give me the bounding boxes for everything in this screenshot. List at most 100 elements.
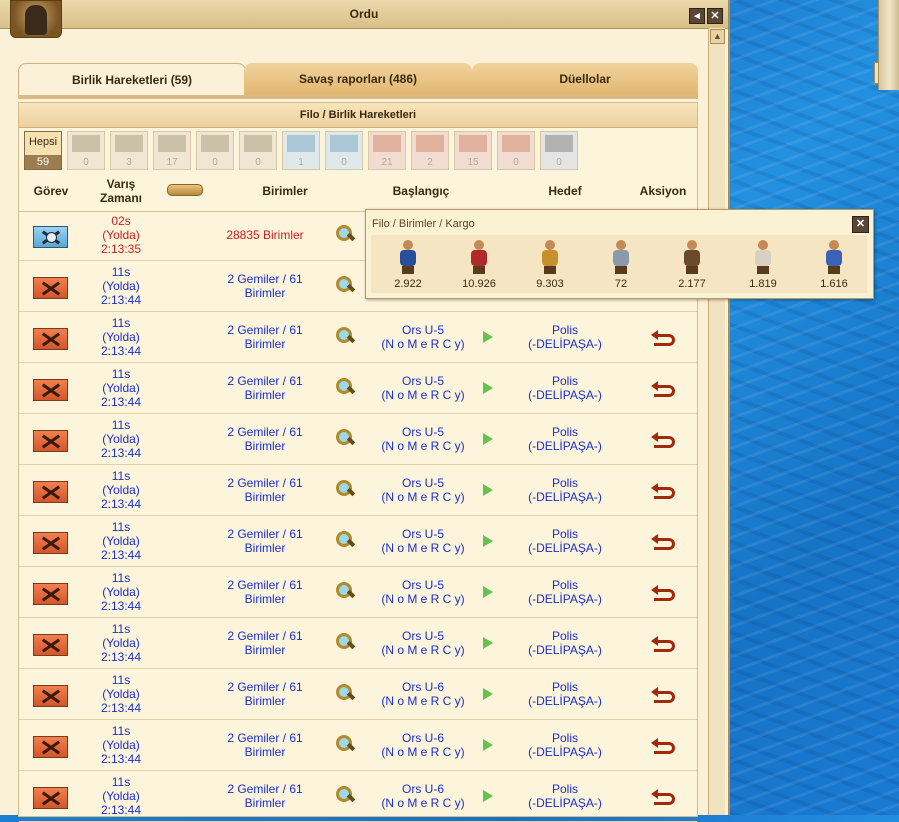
magnifier-icon[interactable] (335, 683, 356, 703)
plunder-mission-icon (33, 277, 68, 299)
filter-transport[interactable]: 0 (67, 131, 105, 170)
direction-arrow-icon (483, 382, 493, 394)
table-row: 11s (Yolda) 2:13:44 2 Gemiler / 61 Birimler… (19, 312, 697, 363)
origin-city[interactable]: Ors U-5 (N o M e R C y) (363, 425, 483, 453)
target-city-name: Polis (551, 578, 578, 592)
origin-city[interactable]: Ors U-5 (N o M e R C y) (363, 527, 483, 555)
return-icon[interactable] (651, 789, 675, 805)
movement-status: (Yolda) (102, 228, 140, 242)
target-player: (-DELİPAŞA-) (528, 439, 602, 453)
target-city[interactable]: Polis (-DELİPAŞA-) (505, 323, 625, 351)
arrival-clock: 2:13:35 (100, 242, 142, 256)
origin-city-name: Ors U-6 (402, 731, 444, 745)
magnifier-icon[interactable] (335, 785, 356, 805)
return-icon[interactable] (651, 738, 675, 754)
return-icon[interactable] (651, 534, 675, 550)
time-remaining: 11s (111, 367, 131, 381)
col-mission[interactable]: Görev (19, 184, 83, 198)
advisor-avatar[interactable] (10, 0, 62, 38)
magnifier-icon[interactable] (335, 275, 356, 295)
tab-troop-movements[interactable]: Birlik Hareketleri (59) (18, 63, 246, 96)
origin-player: (N o M e R C y) (381, 439, 465, 453)
sea-background (730, 0, 899, 815)
magnifier-icon[interactable] (335, 734, 356, 754)
filter-colony[interactable]: 0 (325, 131, 363, 170)
magnifier-icon[interactable] (335, 581, 356, 601)
col-target[interactable]: Hedef (525, 184, 605, 198)
filter-count: 0 (212, 157, 218, 168)
return-icon[interactable] (651, 636, 675, 652)
filter-fleet[interactable]: 17 (153, 131, 191, 170)
origin-player: (N o M e R C y) (381, 388, 465, 402)
filter-pirate[interactable]: 0 (540, 131, 578, 170)
magnifier-icon[interactable] (335, 326, 356, 346)
target-city[interactable]: Polis (-DELİPAŞA-) (505, 476, 625, 504)
return-icon[interactable] (651, 483, 675, 499)
origin-city[interactable]: Ors U-5 (N o M e R C y) (363, 476, 483, 504)
col-action: Aksiyon (639, 184, 687, 198)
return-icon[interactable] (651, 381, 675, 397)
filter-occupy[interactable]: 2 (411, 131, 449, 170)
target-city[interactable]: Polis (-DELİPAŞA-) (505, 731, 625, 759)
filter-count: 59 (25, 155, 61, 169)
magnifier-icon[interactable] (335, 530, 356, 550)
tab-combat-reports[interactable]: Savaş raporları (486) (244, 63, 472, 95)
return-icon[interactable] (651, 432, 675, 448)
return-icon[interactable] (651, 585, 675, 601)
table-row: 11s (Yolda) 2:13:44 2 Gemiler / 61 Birimler… (19, 516, 697, 567)
magnifier-icon[interactable] (335, 428, 356, 448)
magnifier-icon[interactable] (335, 479, 356, 499)
origin-city[interactable]: Ors U-6 (N o M e R C y) (363, 731, 483, 759)
filter-goods[interactable]: 0 (239, 131, 277, 170)
target-city[interactable]: Polis (-DELİPAŞA-) (505, 425, 625, 453)
time-remaining: 11s (111, 316, 131, 330)
plunder-mission-icon (33, 430, 68, 452)
direction-arrow-icon (483, 790, 493, 802)
filter-army[interactable]: 3 (110, 131, 148, 170)
time-remaining: 02s (111, 214, 131, 228)
filter-trade[interactable]: 0 (196, 131, 234, 170)
magnifier-icon[interactable] (335, 377, 356, 397)
target-city-name: Polis (551, 629, 578, 643)
magnifier-icon[interactable] (335, 224, 356, 244)
origin-city[interactable]: Ors U-5 (N o M e R C y) (363, 374, 483, 402)
origin-city[interactable]: Ors U-5 (N o M e R C y) (363, 323, 483, 351)
origin-player: (N o M e R C y) (381, 643, 465, 657)
arrival-time: 11s (Yolda) 2:13:44 (91, 265, 151, 307)
target-city[interactable]: Polis (-DELİPAŞA-) (505, 680, 625, 708)
origin-city[interactable]: Ors U-5 (N o M e R C y) (363, 629, 483, 657)
target-city-name: Polis (551, 425, 578, 439)
scroll-up-icon[interactable]: ▲ (710, 29, 725, 44)
target-city[interactable]: Polis (-DELİPAŞA-) (505, 374, 625, 402)
plunder-mission-icon (33, 328, 68, 350)
filter-blockade[interactable]: 0 (497, 131, 535, 170)
target-city[interactable]: Polis (-DELİPAŞA-) (505, 782, 625, 810)
movement-status: (Yolda) (102, 483, 140, 497)
origin-city[interactable]: Ors U-6 (N o M e R C y) (363, 680, 483, 708)
units-summary: 28835 Birimler (226, 228, 304, 242)
origin-player: (N o M e R C y) (381, 745, 465, 759)
filter-defend-city[interactable]: 15 (454, 131, 492, 170)
origin-city-name: Ors U-6 (402, 680, 444, 694)
target-city[interactable]: Polis (-DELİPAŞA-) (505, 527, 625, 555)
filter-espionage[interactable]: 1 (282, 131, 320, 170)
origin-city[interactable]: Ors U-6 (N o M e R C y) (363, 782, 483, 810)
magnifier-icon[interactable] (335, 632, 356, 652)
time-remaining: 11s (111, 724, 131, 738)
col-origin[interactable]: Başlangıç (381, 184, 461, 198)
back-arrow-icon[interactable]: ◂ (689, 8, 705, 24)
units-summary: 2 Gemiler / 61 Birimler (227, 680, 303, 708)
target-city[interactable]: Polis (-DELİPAŞA-) (505, 629, 625, 657)
tab-duels[interactable]: Düellolar (472, 63, 698, 95)
close-icon[interactable]: ✕ (707, 8, 723, 24)
filter-plunder[interactable]: 21 (368, 131, 406, 170)
origin-city[interactable]: Ors U-5 (N o M e R C y) (363, 578, 483, 606)
filter-all[interactable]: Hepsi 59 (24, 131, 62, 170)
close-icon[interactable]: ✕ (852, 216, 869, 233)
window-scrollbar[interactable]: ▲ (708, 28, 725, 815)
window-titlebar[interactable]: Ordu ◂ ✕ (0, 0, 728, 29)
return-icon[interactable] (651, 330, 675, 346)
return-icon[interactable] (651, 687, 675, 703)
col-arrival[interactable]: Varış Zamanı (91, 177, 151, 205)
target-city[interactable]: Polis (-DELİPAŞA-) (505, 578, 625, 606)
